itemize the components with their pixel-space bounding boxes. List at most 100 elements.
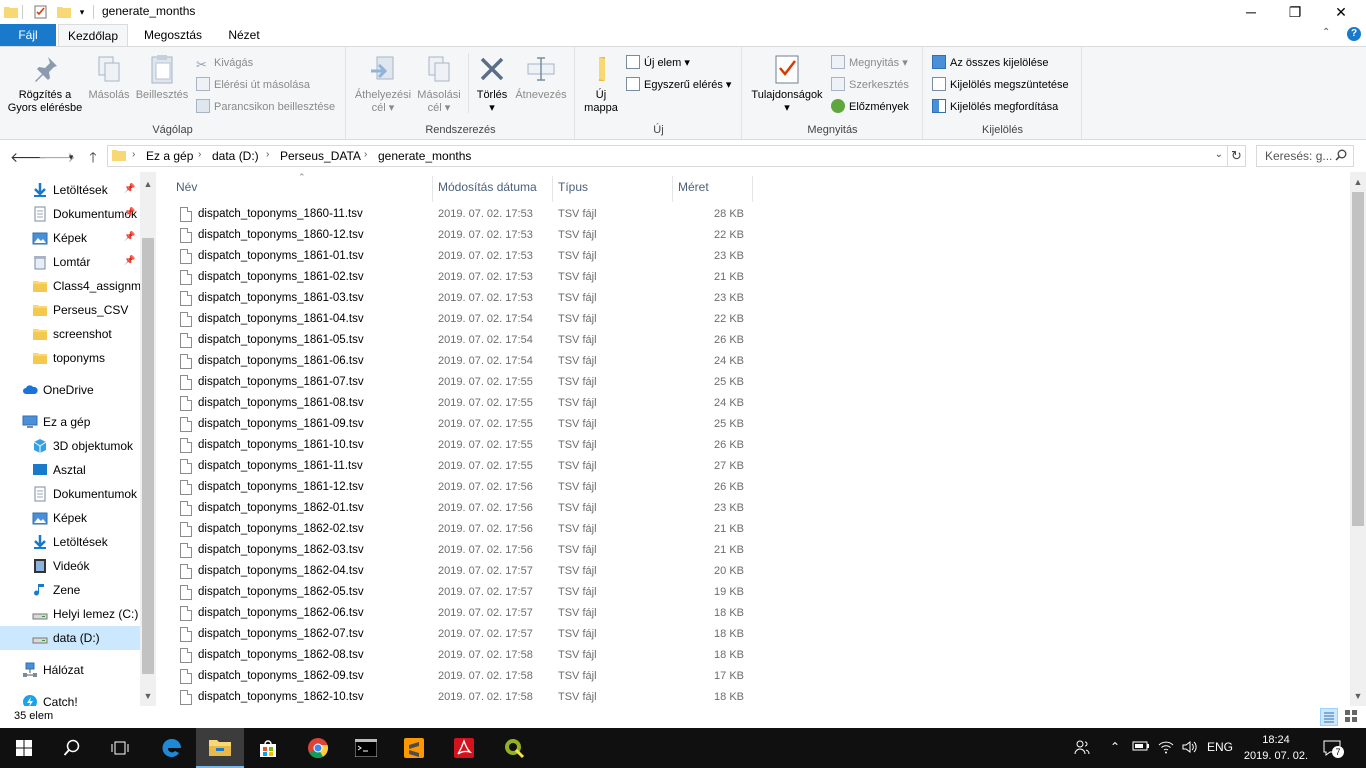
details-view-button[interactable] bbox=[1320, 708, 1338, 726]
column-header-size[interactable]: Méret bbox=[678, 180, 709, 194]
file-row[interactable]: dispatch_toponyms_1862-01.tsv 2019. 07. 0… bbox=[176, 499, 752, 520]
paste-shortcut-button[interactable]: Parancsikon beillesztése bbox=[196, 97, 335, 117]
file-explorer-button[interactable] bbox=[196, 728, 244, 768]
action-center-button[interactable]: 7 bbox=[1322, 738, 1344, 761]
file-row[interactable]: dispatch_toponyms_1862-04.tsv 2019. 07. 0… bbox=[176, 562, 752, 583]
sublime-button[interactable] bbox=[390, 728, 438, 768]
nav-item-screenshot[interactable]: screenshot bbox=[0, 322, 140, 346]
store-button[interactable] bbox=[244, 728, 292, 768]
easy-access-button[interactable]: Egyszerű elérés ▾ bbox=[626, 75, 731, 95]
nav-item-toponyms[interactable]: toponyms bbox=[0, 346, 140, 370]
nav-item-képek[interactable]: Képek bbox=[0, 506, 140, 530]
nav-item-catch[interactable]: Catch! bbox=[0, 690, 140, 706]
nav-item-onedrive[interactable]: OneDrive bbox=[0, 378, 140, 402]
qgis-button[interactable] bbox=[490, 728, 538, 768]
scroll-up-icon[interactable]: ▲ bbox=[140, 176, 156, 192]
column-separator[interactable] bbox=[752, 176, 753, 202]
customize-quick-access-icon[interactable]: ▾ bbox=[73, 3, 91, 21]
scroll-up-icon[interactable]: ▲ bbox=[1350, 174, 1366, 190]
tab-share[interactable]: Megosztás bbox=[136, 24, 210, 46]
move-to-button[interactable]: Áthelyezési cél ▾ bbox=[351, 53, 415, 115]
breadcrumb-separator[interactable]: › bbox=[132, 149, 135, 160]
navigation-scrollbar[interactable]: ▲ ▼ bbox=[140, 172, 156, 706]
select-none-button[interactable]: Kijelölés megszüntetése bbox=[932, 75, 1069, 95]
column-separator[interactable] bbox=[552, 176, 553, 202]
new-folder-quick-access-icon[interactable] bbox=[55, 3, 73, 21]
terminal-button[interactable] bbox=[342, 728, 390, 768]
back-button[interactable]: 🡐 bbox=[10, 148, 48, 166]
nav-item-zene[interactable]: Zene bbox=[0, 578, 140, 602]
nav-item-videók[interactable]: Videók bbox=[0, 554, 140, 578]
address-input[interactable]: › Ez a gép › data (D:) › Perseus_DATA › … bbox=[107, 145, 1228, 167]
breadcrumb-separator[interactable]: › bbox=[364, 149, 367, 160]
file-row[interactable]: dispatch_toponyms_1860-11.tsv 2019. 07. 0… bbox=[176, 205, 752, 226]
cut-button[interactable]: ✂ Kivágás bbox=[196, 53, 253, 73]
column-header-modified[interactable]: Módosítás dátuma bbox=[438, 180, 537, 194]
file-row[interactable]: dispatch_toponyms_1861-02.tsv 2019. 07. 0… bbox=[176, 268, 752, 289]
new-folder-button[interactable]: Új mappa bbox=[580, 53, 622, 115]
file-row[interactable]: dispatch_toponyms_1861-11.tsv 2019. 07. 0… bbox=[176, 457, 752, 478]
file-row[interactable]: dispatch_toponyms_1861-03.tsv 2019. 07. 0… bbox=[176, 289, 752, 310]
file-list-scrollbar[interactable]: ▲ ▼ bbox=[1350, 172, 1366, 706]
pin-quick-access-button[interactable]: Rögzítés a Gyors elérésbe bbox=[4, 53, 86, 115]
acrobat-button[interactable] bbox=[440, 728, 488, 768]
delete-button[interactable]: Törlés ▾ bbox=[471, 53, 513, 115]
nav-item-letöltések[interactable]: Letöltések 📌 bbox=[0, 178, 140, 202]
start-button[interactable] bbox=[0, 728, 48, 768]
scroll-thumb[interactable] bbox=[142, 238, 154, 674]
properties-dropdown-icon[interactable]: ▾ bbox=[747, 102, 827, 115]
properties-button[interactable]: Tulajdonságok ▾ bbox=[747, 53, 827, 115]
copy-button[interactable]: Másolás bbox=[86, 53, 132, 102]
column-header-name[interactable]: Név bbox=[176, 180, 197, 194]
file-row[interactable]: dispatch_toponyms_1861-08.tsv 2019. 07. 0… bbox=[176, 394, 752, 415]
file-row[interactable]: dispatch_toponyms_1862-10.tsv 2019. 07. 0… bbox=[176, 688, 752, 706]
collapse-ribbon-icon[interactable]: ⌃ bbox=[1322, 27, 1330, 38]
file-row[interactable]: dispatch_toponyms_1861-12.tsv 2019. 07. 0… bbox=[176, 478, 752, 499]
breadcrumb-generate-months[interactable]: generate_months bbox=[378, 149, 471, 163]
show-hidden-icons-icon[interactable]: ⌃ bbox=[1110, 740, 1120, 754]
nav-item-helyi-lemez-c[interactable]: Helyi lemez (C:) bbox=[0, 602, 140, 626]
file-row[interactable]: dispatch_toponyms_1862-09.tsv 2019. 07. 0… bbox=[176, 667, 752, 688]
nav-item-dokumentumok[interactable]: Dokumentumok bbox=[0, 482, 140, 506]
breadcrumb-separator[interactable]: › bbox=[266, 149, 269, 160]
new-item-button[interactable]: Új elem ▾ bbox=[626, 53, 690, 73]
edit-button[interactable]: Szerkesztés bbox=[831, 75, 909, 95]
large-icons-view-button[interactable] bbox=[1343, 708, 1361, 726]
scroll-thumb[interactable] bbox=[1352, 192, 1364, 526]
open-button[interactable]: Megnyitás ▾ bbox=[831, 53, 908, 73]
file-row[interactable]: dispatch_toponyms_1861-10.tsv 2019. 07. 0… bbox=[176, 436, 752, 457]
taskbar-search-button[interactable] bbox=[48, 728, 96, 768]
scroll-down-icon[interactable]: ▼ bbox=[1350, 688, 1366, 704]
help-icon[interactable]: ? bbox=[1347, 27, 1361, 41]
nav-item-class4-assignments[interactable]: Class4_assignments bbox=[0, 274, 140, 298]
file-row[interactable]: dispatch_toponyms_1861-07.tsv 2019. 07. 0… bbox=[176, 373, 752, 394]
column-separator[interactable] bbox=[432, 176, 433, 202]
file-row[interactable]: dispatch_toponyms_1862-03.tsv 2019. 07. 0… bbox=[176, 541, 752, 562]
people-icon[interactable] bbox=[1074, 739, 1090, 758]
file-row[interactable]: dispatch_toponyms_1862-02.tsv 2019. 07. 0… bbox=[176, 520, 752, 541]
nav-item-perseus-csv[interactable]: Perseus_CSV bbox=[0, 298, 140, 322]
recent-locations-button[interactable]: ▾ bbox=[62, 148, 80, 166]
copy-path-button[interactable]: Elérési út másolása bbox=[196, 75, 310, 95]
select-all-button[interactable]: Az összes kijelölése bbox=[932, 53, 1048, 73]
wifi-icon[interactable] bbox=[1158, 740, 1174, 757]
close-button[interactable]: ✕ bbox=[1318, 0, 1364, 24]
file-row[interactable]: dispatch_toponyms_1862-05.tsv 2019. 07. 0… bbox=[176, 583, 752, 604]
breadcrumb-perseus-data[interactable]: Perseus_DATA bbox=[280, 149, 361, 163]
invert-selection-button[interactable]: Kijelölés megfordítása bbox=[932, 97, 1058, 117]
file-row[interactable]: dispatch_toponyms_1862-06.tsv 2019. 07. 0… bbox=[176, 604, 752, 625]
file-row[interactable]: dispatch_toponyms_1862-08.tsv 2019. 07. 0… bbox=[176, 646, 752, 667]
nav-item-letöltések[interactable]: Letöltések bbox=[0, 530, 140, 554]
up-button[interactable]: 🡑 bbox=[84, 148, 102, 166]
nav-item-asztal[interactable]: Asztal bbox=[0, 458, 140, 482]
nav-item-hálózat[interactable]: Hálózat bbox=[0, 658, 140, 682]
nav-item-data-d[interactable]: data (D:) bbox=[0, 626, 140, 650]
nav-item-dokumentumok[interactable]: Dokumentumok 📌 bbox=[0, 202, 140, 226]
file-row[interactable]: dispatch_toponyms_1861-05.tsv 2019. 07. 0… bbox=[176, 331, 752, 352]
nav-item-3d-objektumok[interactable]: 3D objektumok bbox=[0, 434, 140, 458]
file-row[interactable]: dispatch_toponyms_1862-07.tsv 2019. 07. 0… bbox=[176, 625, 752, 646]
address-dropdown-icon[interactable]: ⌄ bbox=[1215, 149, 1223, 160]
nav-item-ez-a-gép[interactable]: Ez a gép bbox=[0, 410, 140, 434]
edge-button[interactable] bbox=[148, 728, 196, 768]
nav-item-lomtár[interactable]: Lomtár 📌 bbox=[0, 250, 140, 274]
